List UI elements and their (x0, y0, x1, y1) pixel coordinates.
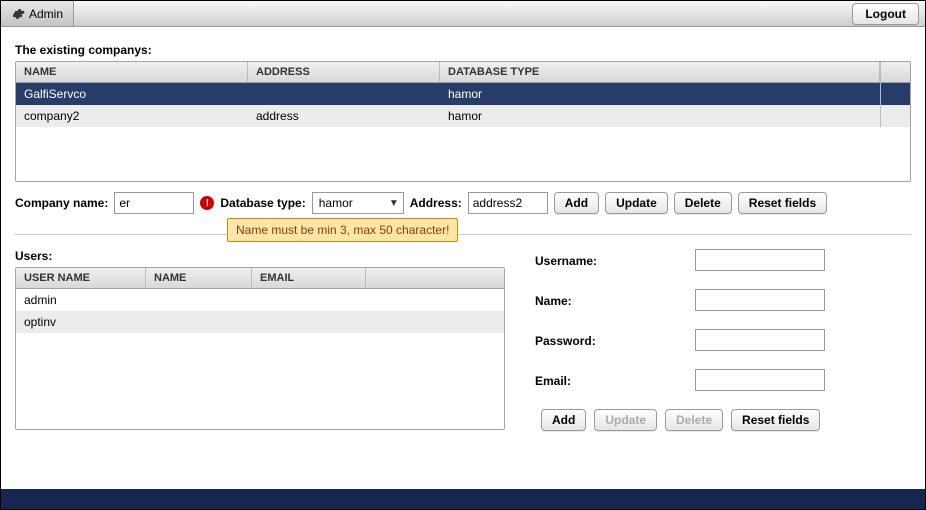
table-row[interactable]: company2 address hamor (16, 105, 910, 127)
footer-bar (1, 489, 925, 509)
table-row[interactable]: admin (16, 289, 504, 311)
top-bar: Admin Logout (1, 1, 925, 27)
cell-email (252, 289, 366, 311)
address-label: Address: (410, 196, 462, 210)
col-header-scroll (880, 62, 897, 82)
validation-tooltip: Name must be min 3, max 50 character! (227, 218, 458, 242)
col-header-name[interactable]: NAME (16, 62, 248, 82)
user-add-button[interactable]: Add (541, 409, 586, 431)
top-bar-spacer (74, 1, 852, 26)
companies-grid-body: GalfiServco hamor company2 address hamor (16, 83, 910, 181)
cell-name: GalfiServco (16, 83, 248, 105)
email-label: Email: (535, 372, 695, 388)
cell-address (248, 83, 440, 105)
company-reset-button[interactable]: Reset fields (738, 192, 827, 214)
user-delete-button[interactable]: Delete (665, 409, 723, 431)
gear-icon (11, 7, 25, 21)
divider (15, 234, 911, 235)
user-form: Username: Name: Password: Email: Add Upd… (535, 243, 911, 431)
company-delete-button[interactable]: Delete (674, 192, 732, 214)
col-header-address[interactable]: ADDRESS (248, 62, 440, 82)
name-label: Name: (535, 292, 695, 308)
cell-username: optinv (16, 311, 146, 333)
company-update-button[interactable]: Update (605, 192, 668, 214)
username-label: Username: (535, 252, 695, 268)
col-header-db[interactable]: DATABASE TYPE (440, 62, 880, 82)
companies-title: The existing companys: (15, 43, 911, 57)
users-grid: USER NAME NAME EMAIL admin optinv (15, 267, 505, 430)
cell-db: hamor (440, 105, 880, 127)
companies-grid: NAME ADDRESS DATABASE TYPE GalfiServco h… (15, 61, 911, 182)
address-input[interactable] (468, 192, 548, 214)
table-row[interactable]: optinv (16, 311, 504, 333)
chevron-down-icon: ▼ (389, 198, 399, 209)
user-reset-button[interactable]: Reset fields (731, 409, 820, 431)
name-input[interactable] (695, 289, 825, 311)
cell-name (146, 311, 252, 333)
users-title: Users: (15, 249, 505, 263)
cell-name: company2 (16, 105, 248, 127)
email-input[interactable] (695, 369, 825, 391)
company-form-row: Company name: ! Database type: hamor ▼ A… (15, 192, 911, 214)
username-input[interactable] (695, 249, 825, 271)
cell-email (252, 311, 366, 333)
company-name-input[interactable] (114, 192, 194, 214)
admin-tab[interactable]: Admin (1, 1, 74, 26)
col-header-rest (366, 268, 504, 288)
password-label: Password: (535, 332, 695, 348)
companies-grid-header: NAME ADDRESS DATABASE TYPE (16, 62, 910, 83)
database-type-label: Database type: (220, 196, 305, 210)
error-icon: ! (200, 196, 214, 210)
cell-address: address (248, 105, 440, 127)
col-header-email[interactable]: EMAIL (252, 268, 366, 288)
cell-db: hamor (440, 83, 880, 105)
company-add-button[interactable]: Add (554, 192, 599, 214)
col-header-name[interactable]: NAME (146, 268, 252, 288)
company-name-label: Company name: (15, 196, 108, 210)
col-header-username[interactable]: USER NAME (16, 268, 146, 288)
table-row[interactable]: GalfiServco hamor (16, 83, 910, 105)
database-type-value: hamor (319, 196, 353, 210)
users-grid-header: USER NAME NAME EMAIL (16, 268, 504, 289)
users-grid-body: admin optinv (16, 289, 504, 429)
logout-button[interactable]: Logout (852, 3, 919, 25)
user-update-button[interactable]: Update (594, 409, 657, 431)
cell-name (146, 289, 252, 311)
cell-username: admin (16, 289, 146, 311)
admin-tab-label: Admin (29, 7, 63, 21)
database-type-select[interactable]: hamor ▼ (312, 192, 404, 214)
password-input[interactable] (695, 329, 825, 351)
